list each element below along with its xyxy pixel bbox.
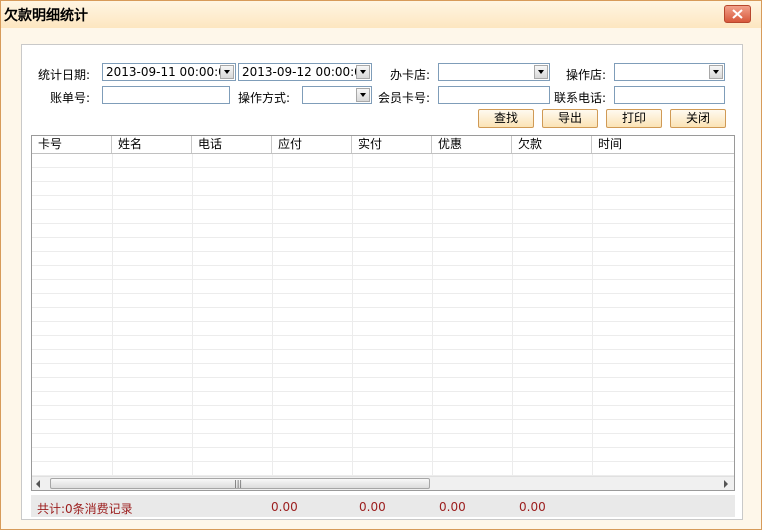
member-card-input[interactable]: [438, 86, 550, 104]
scroll-left-icon[interactable]: [36, 480, 41, 488]
card-store-select[interactable]: [438, 63, 550, 81]
column-header-payable[interactable]: 应付: [272, 136, 352, 153]
print-button[interactable]: 打印: [606, 109, 662, 128]
date-from-value: 2013-09-11 00:00:00: [106, 65, 234, 79]
operate-store-label: 操作店:: [566, 68, 607, 82]
record-count-text: 共计:0条消费记录: [37, 502, 133, 516]
horizontal-scrollbar[interactable]: |||: [32, 476, 734, 490]
column-divider: [432, 154, 433, 476]
column-header-card-no[interactable]: 卡号: [32, 136, 112, 153]
search-button[interactable]: 查找: [478, 109, 534, 128]
column-header-time[interactable]: 时间: [592, 136, 734, 153]
chevron-down-icon[interactable]: [356, 88, 370, 102]
chevron-down-icon[interactable]: [220, 65, 234, 79]
column-divider: [112, 154, 113, 476]
card-store-label: 办卡店:: [390, 68, 431, 82]
chevron-down-icon[interactable]: [356, 65, 370, 79]
table-header: 卡号 姓名 电话 应付 实付 优惠 欠款 时间: [32, 136, 734, 154]
column-header-name[interactable]: 姓名: [112, 136, 192, 153]
column-header-paid[interactable]: 实付: [352, 136, 432, 153]
scroll-right-icon[interactable]: [724, 480, 729, 488]
sum-payable: 0.00: [271, 500, 298, 514]
dialog-window: 欠款明细统计 统计日期: 2013-09-11 00:00:00 2013-09…: [0, 0, 762, 530]
chevron-down-icon[interactable]: [534, 65, 548, 79]
column-divider: [352, 154, 353, 476]
export-button[interactable]: 导出: [542, 109, 598, 128]
scrollbar-thumb[interactable]: |||: [50, 478, 430, 489]
summary-bar: 共计:0条消费记录 0.00 0.00 0.00 0.00: [31, 495, 735, 517]
member-card-label: 会员卡号:: [378, 91, 431, 105]
date-to-select[interactable]: 2013-09-12 00:00:00: [238, 63, 372, 81]
column-divider: [592, 154, 593, 476]
records-table[interactable]: 卡号 姓名 电话 应付 实付 优惠 欠款 时间 |||: [31, 135, 735, 491]
grip-icon: |||: [234, 479, 243, 488]
phone-label: 联系电话:: [554, 91, 607, 105]
column-header-phone[interactable]: 电话: [192, 136, 272, 153]
chevron-down-icon[interactable]: [709, 65, 723, 79]
content-panel: 统计日期: 2013-09-11 00:00:00 2013-09-12 00:…: [21, 44, 743, 520]
date-to-value: 2013-09-12 00:00:00: [242, 65, 370, 79]
close-window-button[interactable]: [724, 5, 751, 23]
operate-mode-select[interactable]: [302, 86, 372, 104]
column-divider: [192, 154, 193, 476]
column-divider: [512, 154, 513, 476]
date-from-select[interactable]: 2013-09-11 00:00:00: [102, 63, 236, 81]
bill-no-label: 账单号:: [50, 91, 91, 105]
sum-discount: 0.00: [439, 500, 466, 514]
date-label: 统计日期:: [38, 68, 91, 82]
sum-paid: 0.00: [359, 500, 386, 514]
operate-store-select[interactable]: [614, 63, 725, 81]
column-header-debt[interactable]: 欠款: [512, 136, 592, 153]
close-button[interactable]: 关闭: [670, 109, 726, 128]
window-title: 欠款明细统计: [4, 8, 88, 24]
sum-debt: 0.00: [519, 500, 546, 514]
column-divider: [272, 154, 273, 476]
column-header-discount[interactable]: 优惠: [432, 136, 512, 153]
operate-mode-label: 操作方式:: [238, 91, 291, 105]
phone-input[interactable]: [614, 86, 725, 104]
close-icon: [732, 9, 743, 19]
table-body: [32, 154, 734, 476]
bill-no-input[interactable]: [102, 86, 230, 104]
title-bar[interactable]: 欠款明细统计: [1, 1, 761, 28]
